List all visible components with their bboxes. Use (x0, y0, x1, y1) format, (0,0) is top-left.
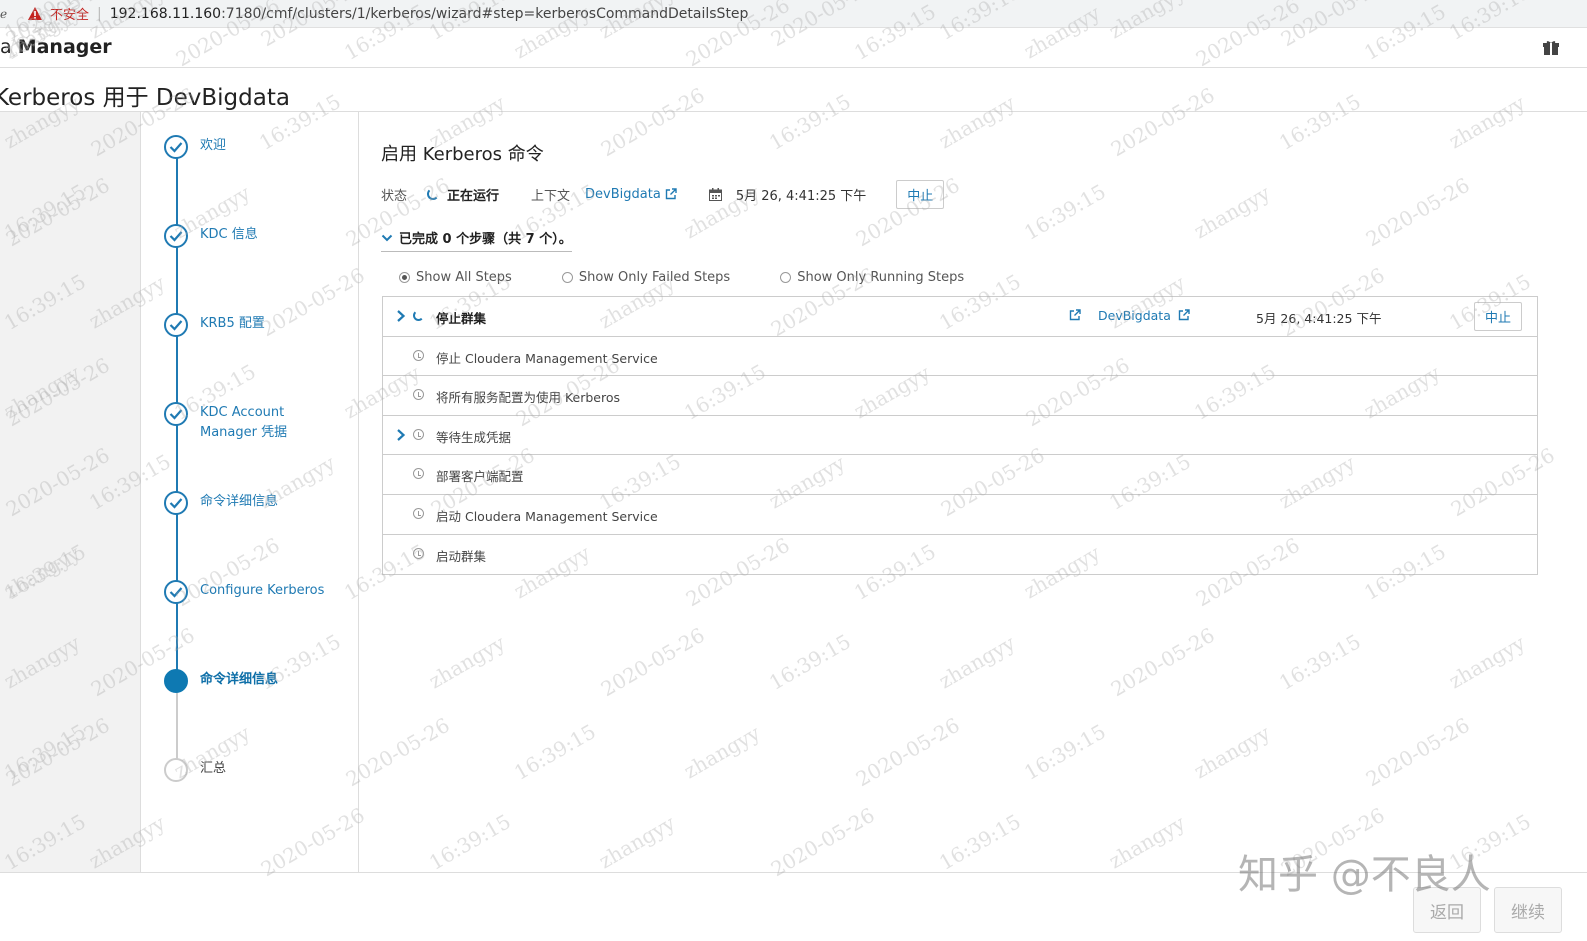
clock-icon (413, 349, 424, 361)
table-row: 启动群集 (383, 535, 1537, 575)
url-path: :7180/cmf/clusters/1/kerberos/wizard#ste… (221, 5, 749, 22)
step-filters: Show All Steps Show Only Failed Steps Sh… (399, 270, 1002, 285)
filter-label: Show Only Running Steps (797, 270, 965, 285)
step-name: 启动 Cloudera Management Service (436, 508, 658, 524)
wizard-step-label: KRB5 配置 (200, 316, 265, 331)
wizard-step-label: 欢迎 (200, 138, 227, 153)
radio-selected[interactable] (399, 272, 410, 283)
brand-name: Manager (17, 36, 112, 58)
main-content: 启用 Kerberos 命令 状态 正在运行 上下文 DevBigdata 5月… (359, 112, 1587, 872)
active-step-icon (164, 669, 188, 693)
page-title-bar: Kerberos 用于 DevBigdata (0, 68, 1587, 112)
step-context[interactable]: DevBigdata (1098, 308, 1190, 323)
status-label: 状态 (381, 188, 408, 204)
abort-command-button[interactable]: 中止 (896, 179, 945, 209)
gift-icon[interactable] (1543, 40, 1559, 56)
external-link-icon[interactable] (1178, 309, 1190, 321)
clock-icon (413, 468, 424, 480)
chevron-down-icon (381, 234, 393, 241)
clock-icon (413, 547, 424, 559)
step-name: 将所有服务配置为使用 Kerberos (436, 390, 621, 406)
brand-prefix: a (0, 36, 12, 58)
spinner-icon (413, 310, 424, 321)
page-title: Kerberos 用于 DevBigdata (0, 85, 290, 111)
back-button[interactable]: 返回 (1413, 887, 1481, 933)
wizard-step-label: Configure Kerberos (200, 583, 325, 598)
wizard-footer: 返回 继续 (0, 872, 1587, 941)
status-value: 正在运行 (447, 188, 500, 204)
check-icon (164, 491, 188, 515)
radio[interactable] (561, 272, 573, 283)
command-title: 启用 Kerberos 命令 (381, 144, 544, 165)
check-icon (164, 580, 188, 604)
filter-label: Show All Steps (416, 270, 512, 285)
left-nav-strip (0, 112, 141, 872)
step-name: 停止群集 (436, 311, 487, 326)
url-field[interactable]: 192.168.11.160:7180/cmf/clusters/1/kerbe… (110, 6, 749, 22)
clock-icon (413, 507, 424, 519)
step-context-link[interactable]: DevBigdata (1098, 308, 1171, 323)
wizard-step-label: 汇总 (200, 761, 227, 776)
insecure-label: 不安全 (50, 8, 90, 23)
wizard-step-label: 命令详细信息 (200, 672, 279, 687)
step-name: 等待生成凭据 (436, 429, 512, 445)
table-row: 停止群集 DevBigdata 5月 26, 4:41:25 下午 中止 (383, 297, 1537, 337)
app-header: a Manager (0, 28, 1587, 68)
filter-show-all[interactable]: Show All Steps (399, 270, 512, 285)
step-name: 部署客户端配置 (436, 469, 524, 485)
step-name: 启动群集 (436, 548, 487, 564)
wizard-steps: 欢迎 KDC 信息 KRB5 配置 KDC Account Manager 凭据… (141, 112, 359, 872)
table-row: 等待生成凭据 (383, 416, 1537, 456)
external-link-icon[interactable] (1069, 309, 1081, 324)
context-label: 上下文 (531, 188, 571, 204)
check-icon (164, 224, 188, 248)
step-name: 停止 Cloudera Management Service (436, 350, 658, 366)
spinner-icon (427, 188, 440, 200)
table-row: 将所有服务配置为使用 Kerberos (383, 376, 1537, 416)
pending-step-icon (164, 758, 188, 782)
brand-logo[interactable]: a Manager (0, 36, 112, 58)
wizard-step-label: 命令详细信息 (200, 494, 279, 509)
continue-button[interactable]: 继续 (1494, 887, 1562, 933)
url-host: 192.168.11.160 (109, 5, 222, 22)
abort-step-button[interactable]: 中止 (1474, 302, 1523, 331)
check-icon (164, 135, 188, 159)
filter-show-failed[interactable]: Show Only Failed Steps (561, 270, 731, 285)
external-link-icon[interactable] (665, 188, 677, 200)
chevron-right-icon[interactable] (396, 309, 406, 323)
command-steps-table: 停止群集 DevBigdata 5月 26, 4:41:25 下午 中止 停止 … (382, 296, 1538, 576)
table-row: 启动 Cloudera Management Service (383, 495, 1537, 535)
wizard-step-label: KDC 信息 (200, 227, 258, 242)
context-link[interactable]: DevBigdata (585, 187, 661, 202)
warning-icon (28, 7, 42, 20)
clock-icon (413, 428, 424, 440)
radio[interactable] (780, 272, 792, 283)
step-time: 5月 26, 4:41:25 下午 (1256, 311, 1382, 326)
check-icon (164, 402, 188, 426)
reload-icon[interactable]: ℯ (0, 7, 10, 21)
table-row: 部署客户端配置 (383, 455, 1537, 495)
clock-icon (413, 389, 424, 401)
browser-address-bar: ℯ 不安全 | 192.168.11.160:7180/cmf/clusters… (0, 0, 1587, 28)
command-status-row: 状态 正在运行 上下文 DevBigdata 5月 26, 4:41:25 下午… (381, 179, 945, 209)
filter-show-running[interactable]: Show Only Running Steps (780, 270, 964, 285)
command-time: 5月 26, 4:41:25 下午 (735, 188, 867, 204)
table-row: 停止 Cloudera Management Service (383, 337, 1537, 377)
wizard-step-label: KDC Account Manager 凭据 (200, 405, 288, 440)
steps-summary-text: 已完成 0 个步骤（共 7 个）。 (399, 232, 572, 247)
chevron-right-icon[interactable] (396, 428, 406, 442)
filter-label: Show Only Failed Steps (578, 270, 731, 285)
calendar-icon (708, 187, 722, 201)
separator: | (97, 5, 102, 22)
check-icon (164, 313, 188, 337)
steps-summary-toggle[interactable]: 已完成 0 个步骤（共 7 个）。 (381, 228, 572, 252)
